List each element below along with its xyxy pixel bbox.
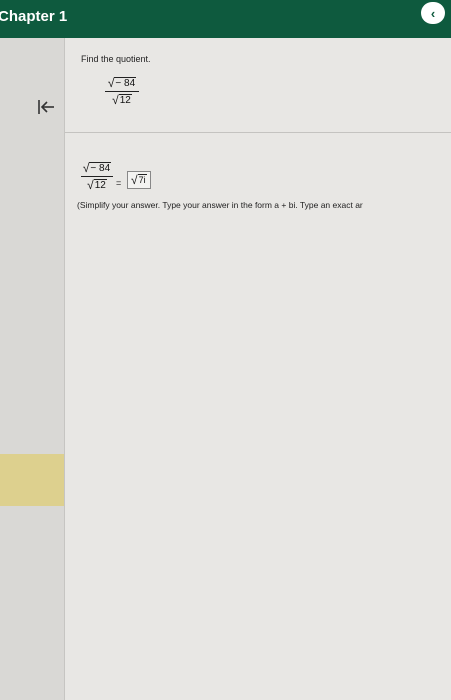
section-divider — [65, 132, 451, 133]
radical-icon: √ — [112, 93, 119, 107]
header-bar: Chapter 1 ‹ — [0, 0, 451, 38]
answer-radical: √ 7i — [131, 174, 147, 186]
radical-icon: √ — [107, 76, 115, 90]
fraction-bar — [81, 176, 113, 177]
answer-radicand: 7i — [137, 174, 147, 185]
numerator-radicand: − 84 — [89, 162, 112, 174]
back-button[interactable]: ‹ — [421, 2, 445, 24]
radical-icon: √ — [87, 178, 94, 192]
question-fraction: √ − 84 √ 12 — [105, 77, 139, 106]
numerator-radical: √ − 84 — [82, 161, 112, 175]
radical-icon: √ — [82, 161, 90, 175]
denominator-radical: √ 12 — [87, 179, 107, 191]
answer-input[interactable]: √ 7i — [127, 171, 151, 189]
answer-instruction: (Simplify your answer. Type your answer … — [77, 200, 363, 210]
equals-sign: = — [116, 178, 122, 188]
chevron-left-icon: ‹ — [430, 5, 436, 21]
denominator-radical: √ 12 — [112, 94, 132, 106]
collapse-button[interactable] — [34, 95, 58, 119]
radical-icon: √ — [131, 173, 138, 187]
numerator-radicand: − 84 — [114, 77, 137, 89]
collapse-left-icon — [38, 100, 54, 114]
question-prompt: Find the quotient. — [81, 54, 151, 64]
answer-fraction: √ − 84 √ 12 — [81, 162, 113, 191]
highlight-tab[interactable] — [0, 454, 64, 506]
denominator-radicand: 12 — [93, 179, 107, 191]
numerator-radical: √ − 84 — [107, 76, 137, 90]
left-sidebar — [0, 38, 65, 700]
chapter-title: Chapter 1 — [0, 8, 68, 25]
question-panel: Find the quotient. √ − 84 √ 12 √ − 84 √ … — [65, 38, 451, 700]
denominator-radicand: 12 — [118, 94, 132, 106]
screen: Chapter 1 ‹ Find the quotient. √ − 84 √ … — [0, 0, 451, 700]
fraction-bar — [105, 91, 139, 92]
